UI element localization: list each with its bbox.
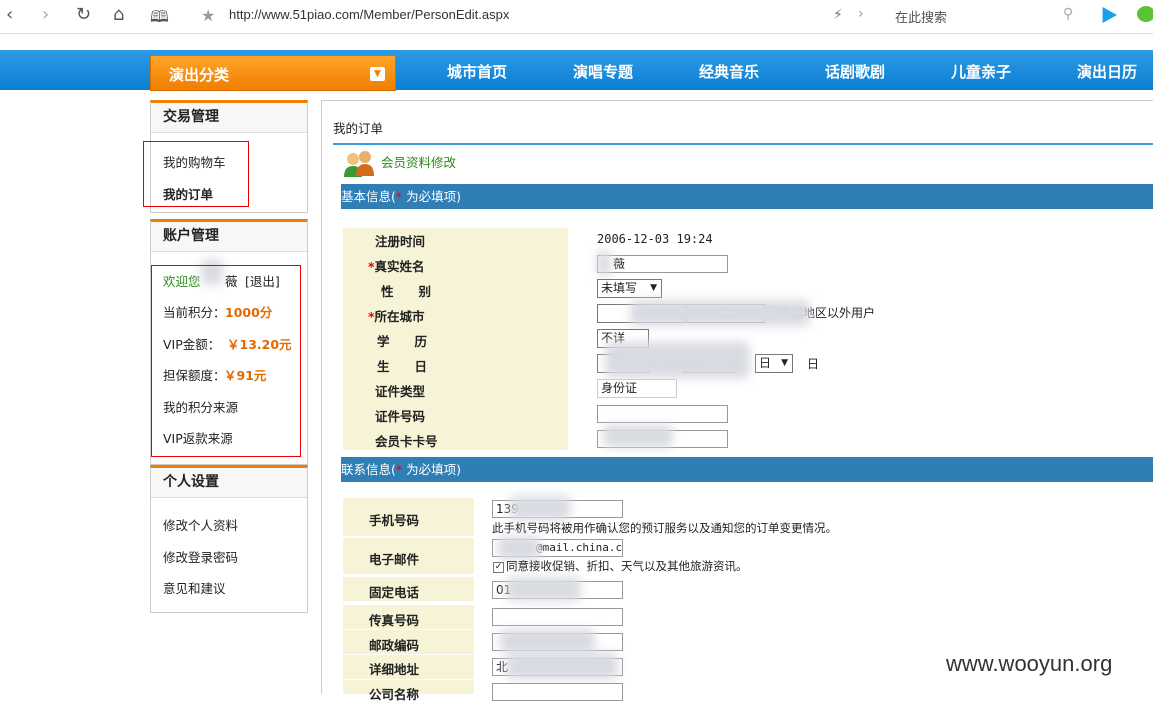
- browser-toolbar: ‹ › ↻ ⌂ 🕮 ★ http://www.51piao.com/Member…: [0, 0, 1153, 34]
- back-icon[interactable]: ‹: [6, 4, 13, 25]
- reading-mode-icon[interactable]: 🕮: [150, 6, 169, 33]
- sidebar-item-change-password[interactable]: 修改登录密码: [163, 547, 238, 566]
- chevron-down-icon[interactable]: ▼: [370, 67, 385, 81]
- nav-drama[interactable]: 话剧歌剧: [825, 61, 885, 82]
- bookmark-star-icon[interactable]: ★: [201, 6, 215, 25]
- divider: [333, 143, 1153, 145]
- users-icon: [343, 150, 377, 178]
- id-no-label: 证件号码: [375, 409, 426, 424]
- section-title: 会员资料修改: [381, 155, 457, 170]
- redacted-block: [630, 300, 810, 326]
- highlight-box: [151, 265, 301, 457]
- birthday-label: 生 日: [377, 359, 428, 374]
- redacted-block: [500, 629, 595, 653]
- search-icon[interactable]: ⚲: [1063, 6, 1073, 22]
- search-box[interactable]: 在此搜索: [895, 7, 947, 26]
- bar-suffix: 为必填项): [402, 189, 461, 204]
- reload-icon[interactable]: ↻: [76, 4, 91, 25]
- nav-city-home[interactable]: 城市首页: [447, 61, 507, 82]
- gender-select[interactable]: 未填写 ▼: [597, 279, 662, 298]
- zip-label: 邮政编码: [369, 638, 420, 653]
- phone-label: 固定电话: [369, 585, 420, 600]
- address-label: 详细地址: [369, 662, 420, 677]
- reg-time-value: 2006-12-03 19:24: [597, 232, 713, 246]
- education-label: 学 历: [377, 334, 428, 349]
- sidebar-personal-title: 个人设置: [151, 468, 307, 498]
- redacted-block: [510, 496, 570, 520]
- promo-checkbox[interactable]: ✓: [493, 562, 504, 573]
- sidebar-item-feedback[interactable]: 意见和建议: [163, 578, 226, 597]
- chat-icon[interactable]: [1137, 6, 1153, 22]
- basic-info-bar: 基本信息(* 为必填项): [341, 184, 1153, 209]
- redacted-block: [498, 536, 540, 560]
- bar-prefix: 基本信息(: [341, 189, 396, 204]
- sidebar-trade-title: 交易管理: [151, 103, 307, 133]
- fax-input[interactable]: [492, 608, 623, 626]
- card-label: 会员卡卡号: [375, 434, 438, 449]
- reg-time-label: 注册时间: [375, 234, 426, 249]
- nav-calendar[interactable]: 演出日历: [1077, 61, 1137, 82]
- email-label: 电子邮件: [369, 552, 420, 567]
- city-label: *所在城市: [368, 309, 425, 324]
- lightning-icon[interactable]: ⚡: [833, 7, 843, 23]
- mobile-label: 手机号码: [369, 513, 420, 528]
- watermark: www.wooyun.org: [946, 651, 1113, 676]
- id-type-select[interactable]: 身份证: [597, 379, 677, 398]
- redacted-block: [605, 342, 750, 378]
- redacted-block: [597, 250, 611, 276]
- highlight-box: [143, 141, 249, 207]
- id-no-input[interactable]: [597, 405, 728, 423]
- chevron-right-icon[interactable]: ›: [858, 6, 864, 22]
- real-name-label: *真实姓名: [368, 259, 425, 274]
- nav-concert[interactable]: 演唱专题: [573, 61, 633, 82]
- gender-label: 性 别: [381, 284, 432, 299]
- address-bar[interactable]: http://www.51piao.com/Member/PersonEdit.…: [229, 7, 509, 22]
- category-dropdown[interactable]: 演出分类 ▼: [150, 55, 396, 91]
- email-agree-label: 同意接收促销、折扣、天气以及其他旅游资讯。: [506, 559, 748, 573]
- real-name-input[interactable]: 薇: [597, 255, 728, 273]
- contact-info-bar: 联系信息(* 为必填项): [341, 457, 1153, 482]
- bar-prefix: 联系信息(: [341, 462, 396, 477]
- sidebar-account-title: 账户管理: [151, 222, 307, 252]
- sidebar-item-edit-profile[interactable]: 修改个人资料: [163, 515, 238, 534]
- id-type-label: 证件类型: [375, 384, 426, 399]
- redacted-block: [506, 577, 581, 601]
- breadcrumb: 我的订单: [333, 121, 384, 136]
- fax-label: 传真号码: [369, 613, 420, 628]
- bar-suffix: 为必填项): [402, 462, 461, 477]
- video-icon[interactable]: [1102, 7, 1117, 23]
- nav-classical[interactable]: 经典音乐: [699, 61, 759, 82]
- home-icon[interactable]: ⌂: [113, 4, 124, 25]
- redacted-block: [603, 425, 673, 447]
- category-label: 演出分类: [169, 66, 230, 84]
- redacted-block: [506, 653, 618, 679]
- day-label: 日: [807, 357, 820, 371]
- forward-icon[interactable]: ›: [42, 4, 49, 25]
- company-input[interactable]: [492, 683, 623, 701]
- nav-kids[interactable]: 儿童亲子: [951, 61, 1011, 82]
- birth-day-select[interactable]: 日 ▼: [755, 354, 793, 373]
- mobile-note: 此手机号码将被用作确认您的预订服务以及通知您的订单变更情况。: [492, 521, 837, 535]
